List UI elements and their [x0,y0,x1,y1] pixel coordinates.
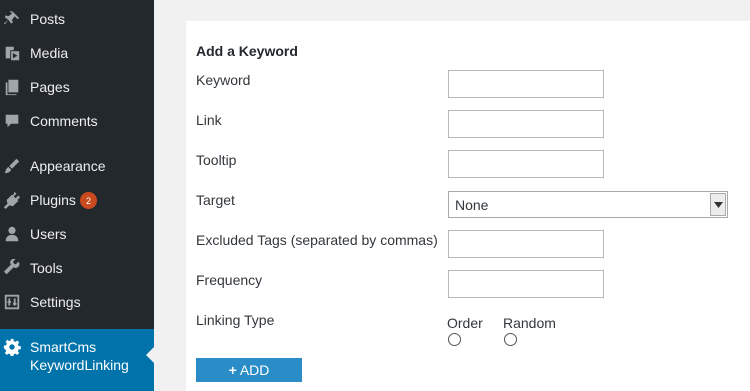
comment-icon [3,112,21,130]
keyword-label: Keyword [196,72,251,88]
settings-icon [3,293,21,311]
sidebar-item-label: Comments [30,113,98,129]
sidebar-item-settings[interactable]: Settings [0,287,154,317]
sidebar-item-label: Settings [30,294,81,310]
sidebar-item-posts[interactable]: Posts [0,4,154,34]
sidebar-item-smartcms-keywordlinking[interactable]: SmartCms KeywordLinking [0,329,154,391]
gear-icon [3,338,21,357]
brush-icon [3,157,21,175]
sidebar-item-label: Posts [30,11,66,27]
excluded-tags-input[interactable] [448,230,604,258]
sidebar-item-label: Users [30,226,67,242]
sidebar-item-users[interactable]: Users [0,219,154,249]
form-title: Add a Keyword [196,43,298,59]
target-label: Target [196,192,235,208]
sidebar-item-media[interactable]: Media [0,38,154,68]
wrench-icon [3,259,21,277]
sidebar-item-pages[interactable]: Pages [0,72,154,102]
add-keyword-button[interactable]: + ADD [196,358,302,382]
excluded-tags-label: Excluded Tags (separated by commas) [196,232,438,248]
random-option-label: Random [503,315,556,331]
sidebar-item-plugins[interactable]: Plugins 2 [0,185,154,215]
plug-icon [3,191,21,209]
plugins-update-badge: 2 [80,192,97,209]
link-input[interactable] [448,110,604,138]
sidebar-item-label: KeywordLinking [30,357,129,373]
pages-icon [3,78,21,96]
frequency-input[interactable] [448,270,604,298]
media-icon [3,44,21,62]
keyword-input[interactable] [448,70,604,98]
admin-sidebar: Posts Media Pages Comments Appearance Pl… [0,0,154,391]
random-radio[interactable] [504,333,517,346]
sidebar-item-appearance[interactable]: Appearance [0,151,154,181]
order-radio[interactable] [448,333,461,346]
sidebar-item-label: Plugins [30,192,76,208]
sidebar-item-label: Appearance [30,158,106,174]
sidebar-item-label: Pages [30,79,70,95]
sidebar-item-label: Media [30,45,69,61]
add-button-label: ADD [239,362,270,378]
target-select[interactable]: None [448,191,728,218]
sidebar-item-label: SmartCms [30,339,97,355]
user-icon [3,225,21,243]
linking-type-label: Linking Type [196,312,275,328]
frequency-label: Frequency [196,272,263,288]
pin-icon [3,10,21,28]
order-option-label: Order [447,315,483,331]
chevron-down-icon[interactable] [710,193,726,216]
plus-icon: + [228,362,237,378]
active-indicator-arrow [146,347,154,363]
link-label: Link [196,112,222,128]
tooltip-input[interactable] [448,150,604,178]
sidebar-item-label: Tools [30,260,63,276]
tooltip-label: Tooltip [196,152,237,168]
sidebar-item-comments[interactable]: Comments [0,106,154,136]
sidebar-item-tools[interactable]: Tools [0,253,154,283]
target-selected-value: None [455,197,489,213]
